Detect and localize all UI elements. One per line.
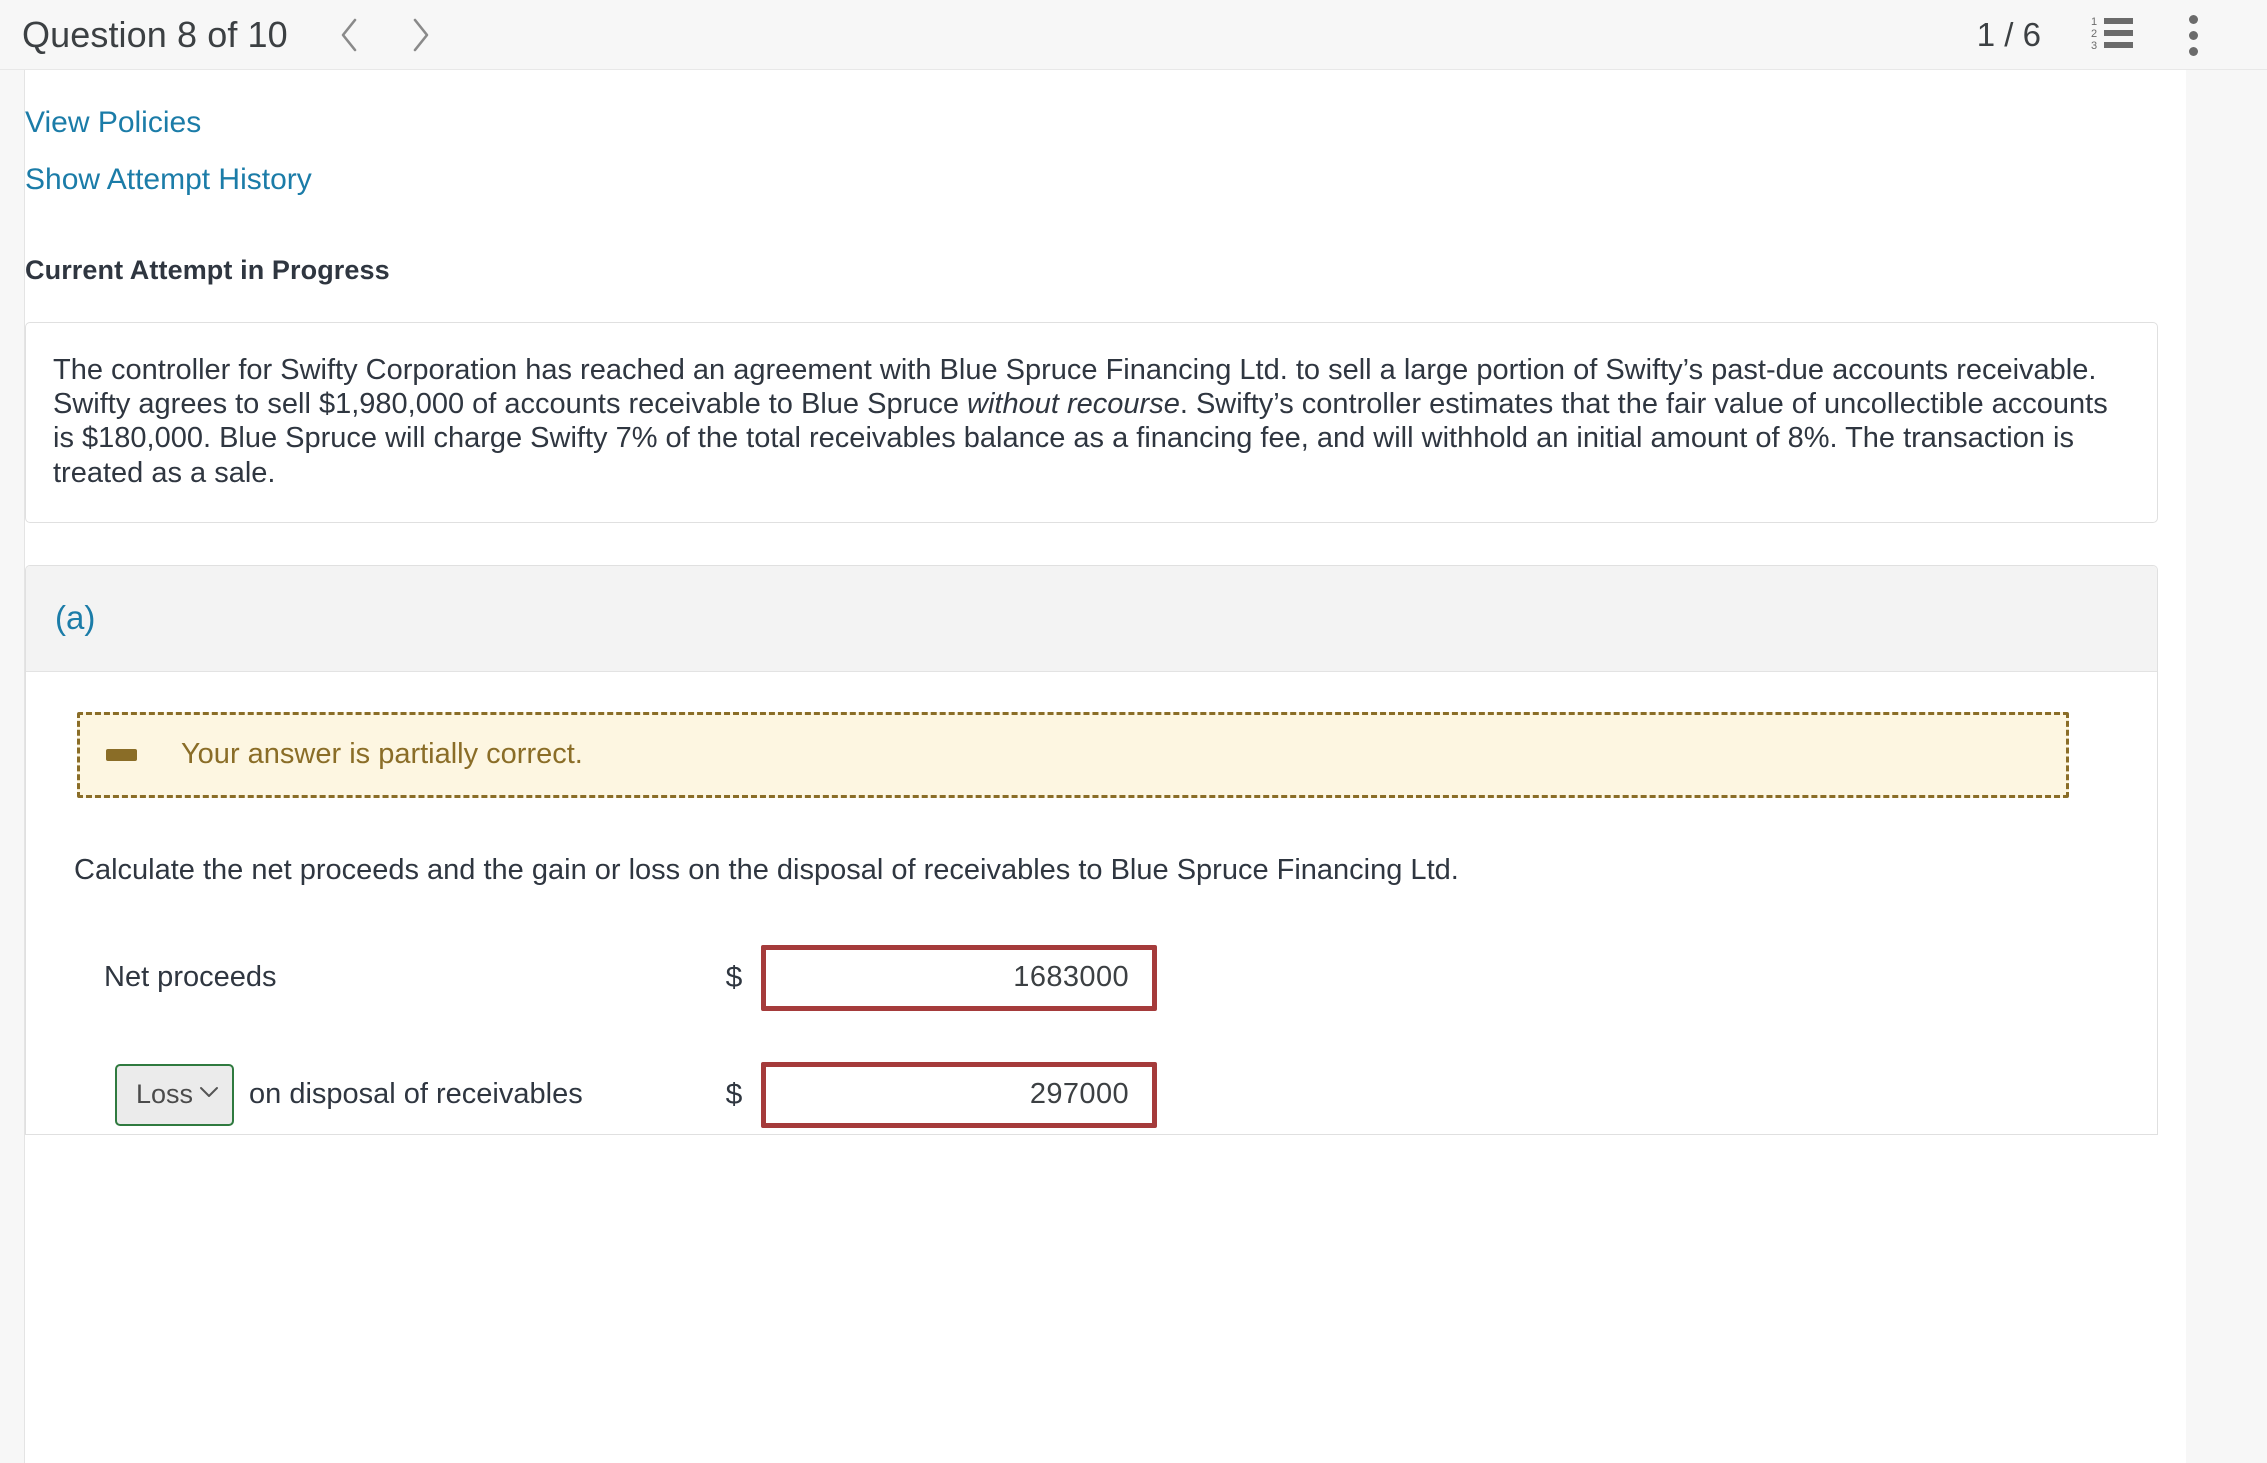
page-title: Question 8 of 10 bbox=[22, 14, 288, 56]
problem-statement-card: The controller for Swifty Corporation ha… bbox=[25, 322, 2158, 523]
partial-credit-dash-icon bbox=[106, 749, 137, 761]
top-bar-right-controls: 1 / 6 1 2 3 bbox=[1977, 0, 2267, 70]
next-question-button[interactable] bbox=[404, 15, 438, 55]
answer-rows: Net proceeds $ 1683000 Lo bbox=[26, 939, 2157, 1134]
view-policies-link[interactable]: View Policies bbox=[25, 108, 201, 138]
gain-loss-label-cell: Loss on disposal of receivables bbox=[26, 1064, 714, 1126]
net-proceeds-label-cell: Net proceeds bbox=[26, 961, 714, 994]
svg-text:2: 2 bbox=[2091, 28, 2097, 40]
part-a-card: (a) Your answer is partially correct. Ca… bbox=[25, 565, 2158, 1135]
kebab-menu-icon bbox=[2189, 15, 2198, 56]
answer-row-net-proceeds: Net proceeds $ 1683000 bbox=[26, 939, 2157, 1017]
partial-credit-alert: Your answer is partially correct. bbox=[77, 712, 2069, 798]
problem-text-italic: without recourse bbox=[967, 388, 1180, 420]
net-proceeds-label: Net proceeds bbox=[104, 961, 277, 994]
gain-loss-suffix-label: on disposal of receivables bbox=[249, 1078, 583, 1111]
question-navigation bbox=[332, 15, 438, 55]
net-proceeds-input[interactable]: 1683000 bbox=[761, 945, 1157, 1011]
top-bar: Question 8 of 10 1 / 6 1 2 bbox=[0, 0, 2267, 70]
gain-loss-select-value: Loss bbox=[136, 1079, 193, 1110]
gain-loss-amount-value: 297000 bbox=[1030, 1078, 1129, 1111]
policy-links: View Policies Show Attempt History bbox=[25, 70, 2186, 195]
svg-text:3: 3 bbox=[2091, 40, 2097, 52]
chevron-left-icon bbox=[336, 16, 362, 54]
problem-statement-text: The controller for Swifty Corporation ha… bbox=[26, 323, 2157, 522]
net-proceeds-value: 1683000 bbox=[1013, 961, 1129, 994]
part-a-instruction: Calculate the net proceeds and the gain … bbox=[74, 854, 2157, 887]
main-content: View Policies Show Attempt History Curre… bbox=[25, 70, 2186, 1463]
partial-credit-message: Your answer is partially correct. bbox=[181, 738, 583, 771]
gain-loss-select[interactable]: Loss bbox=[115, 1064, 234, 1126]
question-list-button[interactable]: 1 2 3 bbox=[2085, 7, 2141, 63]
current-attempt-heading: Current Attempt in Progress bbox=[25, 255, 2186, 286]
chevron-down-icon bbox=[198, 1085, 220, 1104]
currency-symbol: $ bbox=[714, 1078, 754, 1112]
gain-loss-amount-input[interactable]: 297000 bbox=[761, 1062, 1157, 1128]
part-a-header: (a) bbox=[26, 566, 2157, 672]
previous-question-button[interactable] bbox=[332, 15, 366, 55]
left-gutter bbox=[0, 70, 25, 1463]
page-body: View Policies Show Attempt History Curre… bbox=[0, 70, 2267, 1463]
page-indicator: 1 / 6 bbox=[1977, 16, 2041, 54]
numbered-list-icon: 1 2 3 bbox=[2091, 13, 2135, 58]
right-gutter bbox=[2186, 70, 2267, 1463]
show-attempt-history-link[interactable]: Show Attempt History bbox=[25, 165, 312, 195]
chevron-right-icon bbox=[408, 16, 434, 54]
part-a-body: Your answer is partially correct. Calcul… bbox=[26, 712, 2157, 1134]
answer-row-gain-loss: Loss on disposal of receivables $ bbox=[26, 1056, 2157, 1134]
svg-text:1: 1 bbox=[2091, 16, 2097, 28]
part-a-label: (a) bbox=[55, 599, 95, 637]
currency-symbol: $ bbox=[714, 961, 754, 995]
more-options-button[interactable] bbox=[2165, 7, 2221, 63]
